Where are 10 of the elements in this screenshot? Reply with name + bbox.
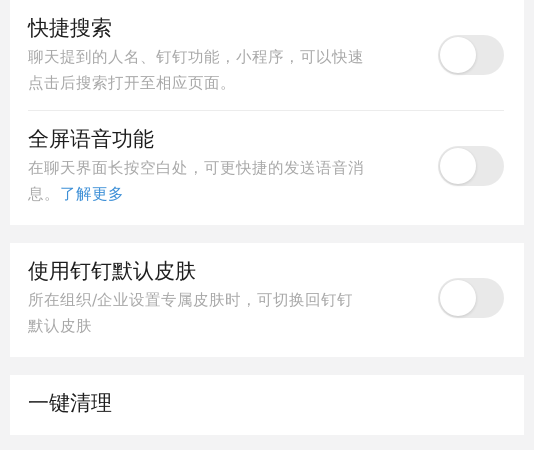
setting-title: 使用钉钉默认皮肤 [28, 258, 197, 285]
toggle-switch[interactable] [438, 35, 504, 75]
setting-title: 全屏语音功能 [28, 126, 155, 153]
setting-description: 聊天提到的人名、钉钉功能，小程序，可以快速点击后搜索打开至相应页面。 [28, 47, 364, 94]
setting-title: 快捷搜索 [28, 15, 113, 42]
toggle-switch[interactable] [438, 278, 504, 318]
setting-description: 所在组织/企业设置专属皮肤时，可切换回钉钉默认皮肤 [28, 290, 354, 337]
toggle-switch[interactable] [438, 146, 504, 186]
clean-up-item[interactable]: 一键清理 [28, 389, 112, 417]
setting-description: 在聊天界面长按空白处，可更快捷的发送语音消息。了解更多 [28, 158, 364, 205]
